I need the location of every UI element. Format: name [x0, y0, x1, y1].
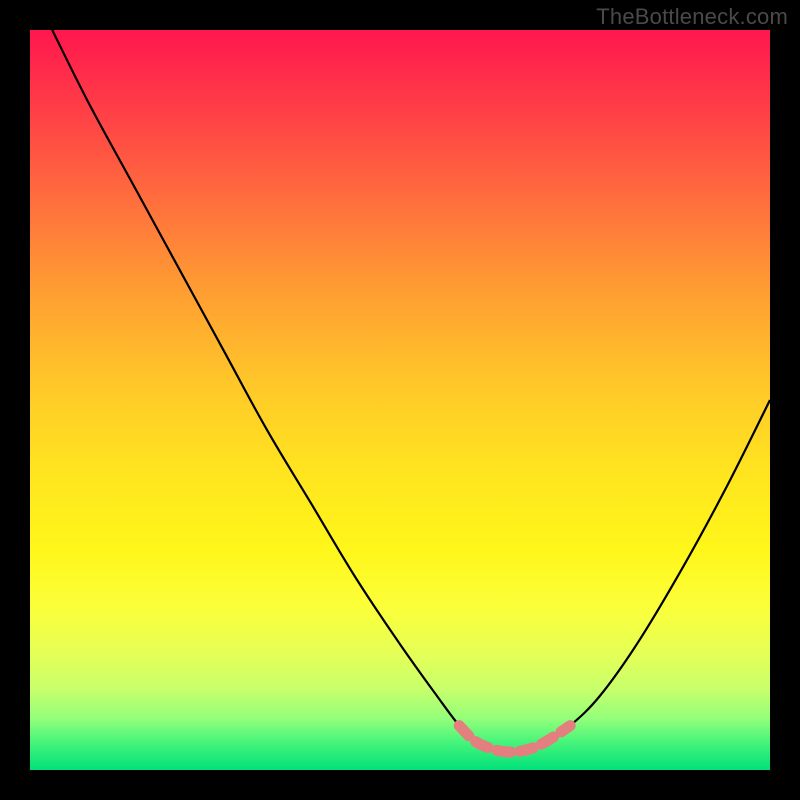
chart-overlay-svg — [30, 30, 770, 770]
chart-frame: TheBottleneck.com — [0, 0, 800, 800]
minimum-highlight — [459, 726, 570, 752]
watermark-text: TheBottleneck.com — [596, 4, 788, 30]
plot-area — [30, 30, 770, 770]
bottleneck-curve — [52, 30, 770, 752]
